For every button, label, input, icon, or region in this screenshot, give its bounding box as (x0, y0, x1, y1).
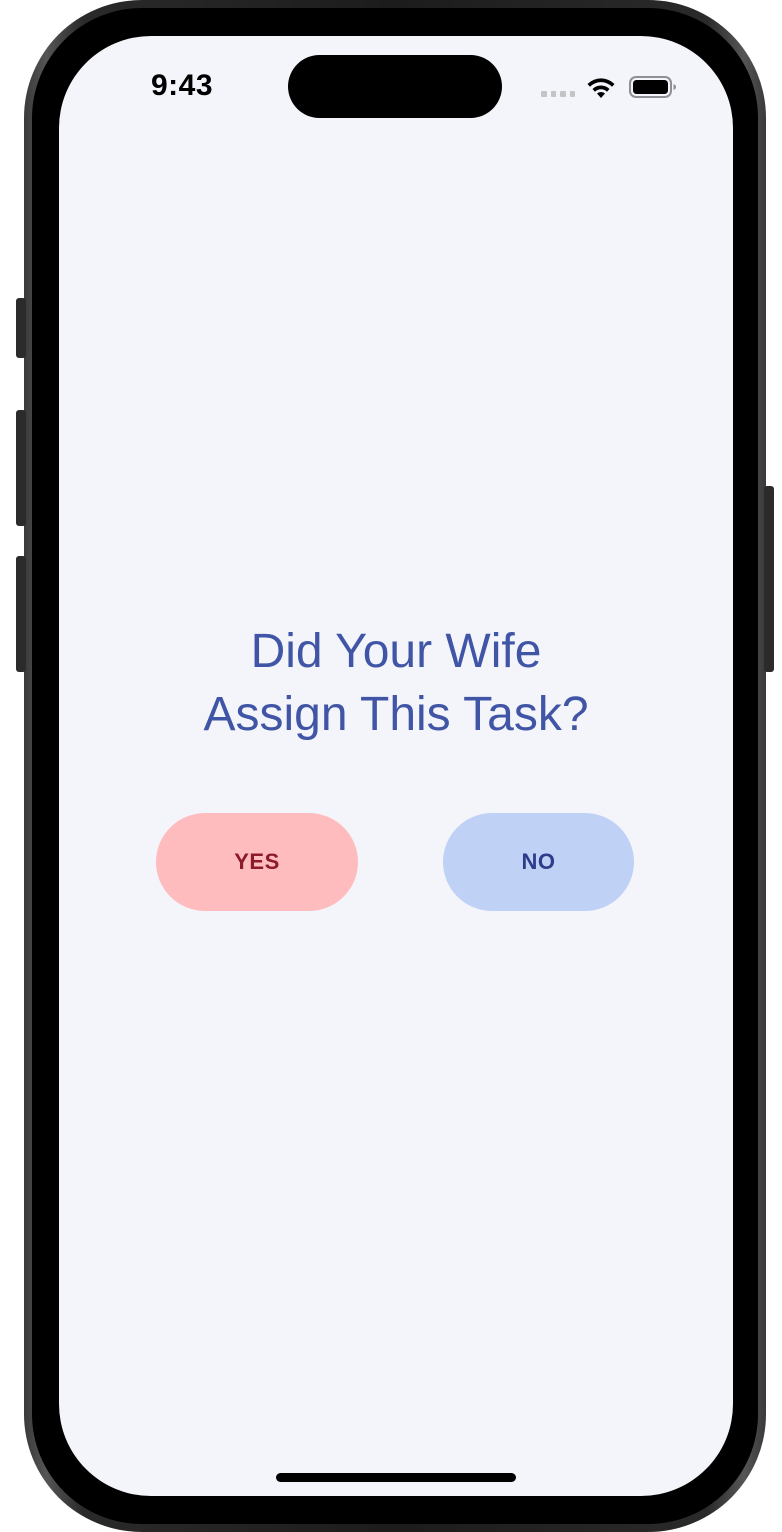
volume-down-button (16, 556, 26, 672)
power-button (764, 486, 774, 672)
action-button (16, 298, 26, 358)
battery-icon (629, 76, 676, 98)
cellular-signal-icon (541, 90, 575, 98)
question-line-2: Assign This Task? (203, 688, 589, 741)
question-line-1: Did Your Wife (250, 625, 542, 678)
question-heading: Did Your Wife Assign This Task? (59, 620, 733, 746)
app-screen: 9:43 Did Your Wife Assign This Task? YES… (59, 36, 733, 1496)
dynamic-island (288, 55, 502, 118)
status-time: 9:43 (151, 69, 214, 102)
wifi-icon (587, 78, 615, 98)
home-indicator[interactable] (276, 1473, 516, 1482)
no-button[interactable]: NO (443, 813, 634, 911)
yes-button[interactable]: YES (156, 813, 358, 911)
volume-up-button (16, 410, 26, 526)
